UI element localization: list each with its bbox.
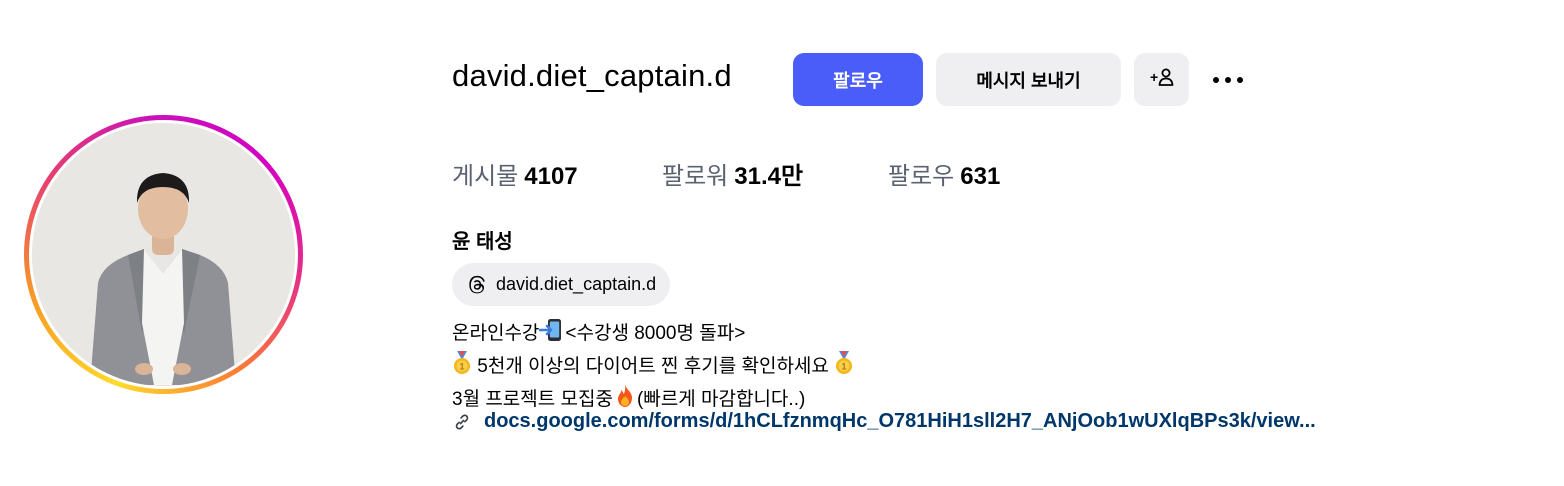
profile-avatar[interactable] xyxy=(32,123,295,386)
stat-following-label: 팔로우 xyxy=(888,163,955,190)
threads-handle: david.diet_captain.d xyxy=(496,274,657,294)
bio-line-3-text-b: (빠르게 마감합니다..) xyxy=(636,389,806,410)
bio-line-2-text: 5천개 이상의 다이어트 찐 후기를 확인하세요 xyxy=(477,356,829,377)
avatar-photo xyxy=(32,123,295,386)
threads-icon xyxy=(466,274,488,296)
bio-line-2: 1 5천개 이상의 다이어트 찐 후기를 확인하세요 1 xyxy=(452,351,854,384)
medal-icon: 1 xyxy=(834,351,854,384)
stat-followers[interactable]: 팔로워 31.4만 xyxy=(662,156,803,191)
bio-line-1-text-b: <수강생 8000명 돌파> xyxy=(565,323,746,344)
profile-bio: 온라인수강 <수강생 8000명 돌파> 1 5천개 이상의 다이어트 찐 후기… xyxy=(452,318,854,417)
profile-external-link[interactable]: docs.google.com/forms/d/1hCLfznmqHc_O781… xyxy=(452,410,1316,433)
mobile-arrow-emoji xyxy=(539,318,565,351)
link-text[interactable]: docs.google.com/forms/d/1hCLfznmqHc_O781… xyxy=(484,410,1316,433)
svg-text:1: 1 xyxy=(459,362,464,372)
bio-line-3-text-a: 3월 프로젝트 모집중 xyxy=(452,389,613,410)
profile-full-name: 윤 태성 xyxy=(452,231,513,253)
svg-text:+: + xyxy=(1150,69,1158,85)
person-add-icon: + xyxy=(1149,67,1175,92)
threads-badge-link[interactable]: david.diet_captain.d xyxy=(452,263,671,306)
more-options-button[interactable] xyxy=(1206,60,1250,100)
stat-following-value: 631 xyxy=(960,163,1001,190)
stat-posts-value: 4107 xyxy=(524,163,578,190)
bio-line-1-text-a: 온라인수강 xyxy=(452,323,540,344)
stat-followers-value: 31.4만 xyxy=(734,163,804,190)
suggest-users-button[interactable]: + xyxy=(1134,53,1189,106)
follow-button[interactable]: 팔로우 xyxy=(793,53,923,106)
bio-line-1: 온라인수강 <수강생 8000명 돌파> xyxy=(452,318,854,351)
more-horizontal-icon xyxy=(1210,77,1246,83)
message-button[interactable]: 메시지 보내기 xyxy=(936,53,1121,106)
stat-followers-label: 팔로워 xyxy=(662,163,729,190)
profile-username: david.diet_captain.d xyxy=(452,58,732,93)
story-ring[interactable] xyxy=(24,115,303,394)
link-icon xyxy=(452,412,472,432)
stat-posts-label: 게시물 xyxy=(452,163,519,190)
medal-icon: 1 xyxy=(452,351,472,384)
svg-text:1: 1 xyxy=(842,362,847,372)
stat-posts[interactable]: 게시물 4107 xyxy=(452,156,578,191)
stat-following[interactable]: 팔로우 631 xyxy=(888,156,1000,191)
